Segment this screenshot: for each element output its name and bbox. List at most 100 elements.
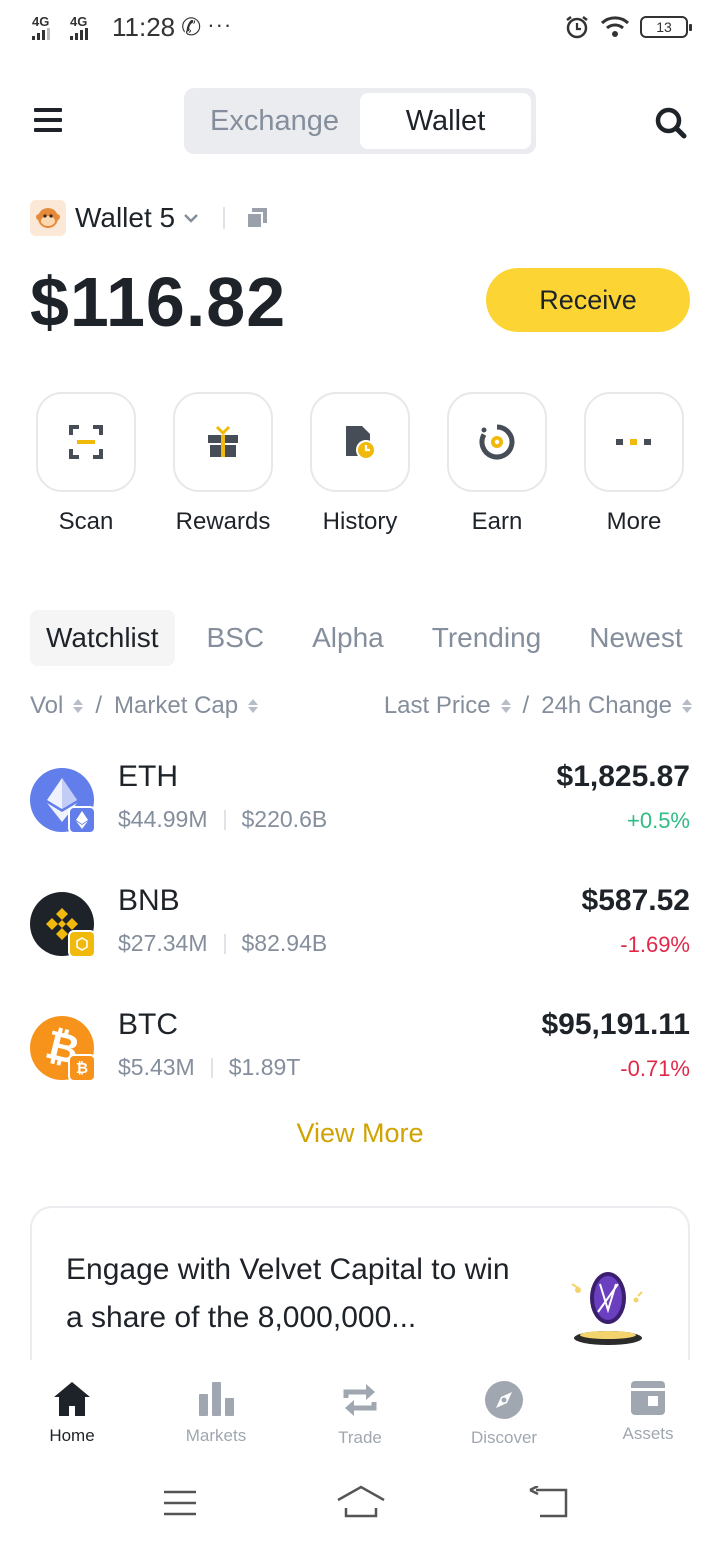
battery-level: 13 [656, 19, 672, 35]
tab-alpha[interactable]: Alpha [296, 610, 400, 666]
sort-market-cap[interactable]: Market Cap [114, 692, 238, 720]
nav-home[interactable]: Home [0, 1360, 144, 1460]
coin-row-btc[interactable]: ₿ ₿ BTC $5.43M $1.89T $95,191.11 -0.71% [30, 1008, 690, 1104]
coin-symbol: BNB [118, 884, 180, 917]
status-bar: 4G 4G 11:28 ✆ ··· 13 [0, 0, 720, 56]
btc-chain-badge-icon: ₿ [68, 1054, 96, 1082]
nav-label: Home [49, 1426, 95, 1445]
network-type-label: 4G [32, 13, 50, 29]
bnb-chain-badge-icon [68, 930, 96, 958]
tab-newest[interactable]: Newest [573, 610, 690, 666]
coin-stats: $5.43M $1.89T [118, 1054, 300, 1081]
action-label: Scan [58, 508, 114, 535]
coin-stats: $44.99M $220.6B [118, 806, 327, 833]
coin-market-cap: $82.94B [241, 930, 328, 956]
coin-stats: $27.34M $82.94B [118, 930, 327, 957]
sort-vol[interactable]: Vol [30, 692, 63, 720]
battery-icon: 13 [640, 16, 692, 38]
history-button[interactable] [310, 392, 410, 492]
sort-arrows-icon[interactable] [682, 699, 692, 713]
trade-icon [343, 1384, 377, 1416]
alarm-icon [566, 16, 588, 39]
action-more[interactable]: More [584, 392, 684, 536]
sort-24h-change[interactable]: 24h Change [541, 692, 672, 720]
coin-volume: $44.99M [118, 806, 208, 832]
home-button-icon[interactable] [336, 1484, 386, 1518]
nav-label: Discover [470, 1428, 538, 1447]
tab-watchlist[interactable]: Watchlist [30, 610, 175, 666]
coin-change: +0.5% [627, 808, 690, 833]
earn-button[interactable] [447, 392, 547, 492]
sort-arrows-icon[interactable] [500, 699, 511, 713]
slash: / [522, 692, 530, 719]
wallet-name: Wallet 5 [75, 202, 176, 233]
top-header: Exchange Wallet [0, 88, 720, 154]
action-scan[interactable]: Scan [36, 392, 136, 536]
coin-price: $587.52 [581, 884, 690, 917]
chevron-down-icon [184, 214, 198, 223]
home-icon [54, 1382, 90, 1416]
receive-button[interactable]: Receive [486, 268, 690, 332]
nav-label: Markets [185, 1426, 247, 1445]
sort-header: Vol / Market Cap Last Price / 24h Change [30, 692, 692, 726]
scan-icon [69, 425, 103, 459]
coin-price: $1,825.87 [556, 760, 690, 793]
back-button-icon[interactable] [528, 1486, 568, 1518]
view-more-link[interactable]: View More [0, 1118, 720, 1149]
earn-icon [479, 424, 515, 460]
hamburger-menu-icon[interactable] [34, 106, 62, 134]
copy-icon[interactable] [245, 206, 269, 230]
wallet-avatar [30, 200, 66, 236]
assets-icon [631, 1381, 665, 1415]
divider [223, 933, 226, 954]
gift-icon [208, 425, 238, 457]
segment-exchange[interactable]: Exchange [189, 93, 360, 149]
divider [223, 207, 226, 229]
total-balance: $116.82 [30, 263, 287, 341]
coin-market-cap: $220.6B [241, 806, 328, 832]
coin-market-cap: $1.89T [228, 1054, 301, 1080]
nav-label: Assets [622, 1424, 674, 1443]
recent-apps-icon[interactable] [162, 1488, 198, 1518]
history-icon [346, 426, 376, 460]
search-icon[interactable] [654, 106, 688, 140]
sort-arrows-icon[interactable] [73, 699, 84, 713]
more-icon [616, 439, 651, 445]
nav-trade[interactable]: Trade [288, 1360, 432, 1460]
action-history[interactable]: History [310, 392, 410, 536]
tab-trending[interactable]: Trending [416, 610, 557, 666]
rewards-button[interactable] [173, 392, 273, 492]
coin-row-bnb[interactable]: BNB $27.34M $82.94B $587.52 -1.69% [30, 884, 690, 980]
divider [210, 1057, 213, 1078]
nav-discover[interactable]: Discover [432, 1360, 576, 1460]
action-label: History [322, 508, 398, 535]
nav-assets[interactable]: Assets [576, 1360, 720, 1460]
action-label: More [606, 508, 662, 535]
network-type-label: 4G [70, 13, 88, 29]
coin-volume: $27.34M [118, 930, 208, 956]
eth-chain-badge-icon [68, 806, 96, 834]
tab-bsc[interactable]: BSC [191, 610, 281, 666]
coin-symbol: ETH [118, 760, 178, 793]
signal-icon: 4G [32, 13, 64, 40]
coin-row-eth[interactable]: ETH $44.99M $220.6B $1,825.87 +0.5% [30, 760, 690, 856]
phone-call-icon: ✆ [181, 14, 202, 41]
quick-actions: Scan Rewards History Earn More [36, 392, 684, 536]
nav-markets[interactable]: Markets [144, 1360, 288, 1460]
more-notifications: ··· [207, 11, 233, 37]
more-button[interactable] [584, 392, 684, 492]
coin-volume: $5.43M [118, 1054, 195, 1080]
clock: 11:28 [112, 12, 176, 42]
scan-button[interactable] [36, 392, 136, 492]
sort-arrows-icon[interactable] [248, 699, 259, 713]
wifi-icon [600, 16, 630, 37]
nav-label: Trade [338, 1428, 382, 1447]
action-rewards[interactable]: Rewards [173, 392, 273, 536]
sort-last-price[interactable]: Last Price [384, 692, 491, 720]
coin-change: -1.69% [620, 932, 690, 957]
action-earn[interactable]: Earn [447, 392, 547, 536]
exchange-wallet-switch: Exchange Wallet [184, 88, 536, 154]
segment-wallet[interactable]: Wallet [360, 93, 531, 149]
wallet-selector[interactable]: Wallet 5 [30, 198, 269, 238]
monkey-avatar-icon [36, 208, 60, 228]
